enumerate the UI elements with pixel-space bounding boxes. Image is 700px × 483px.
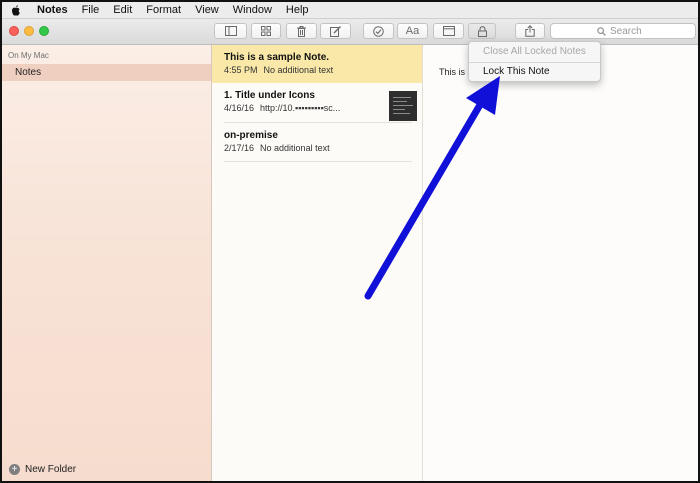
menu-window[interactable]: Window: [226, 2, 279, 18]
lock-button[interactable]: [468, 23, 496, 39]
note-list-item[interactable]: This is a sample Note. 4:55 PM No additio…: [212, 45, 422, 83]
search-field[interactable]: Search: [550, 23, 696, 39]
share-button[interactable]: [515, 23, 545, 39]
new-note-button[interactable]: [320, 23, 351, 39]
menu-format[interactable]: Format: [139, 2, 188, 18]
trash-icon: [297, 25, 306, 37]
attachments-browser-button[interactable]: [251, 23, 281, 39]
note-list-item[interactable]: on-premise 2/17/16 No additional text: [212, 123, 422, 162]
search-placeholder: Search: [610, 25, 642, 37]
note-preview: http://10.▪▪▪▪▪▪▪▪▪sc...: [260, 103, 341, 113]
menu-help[interactable]: Help: [279, 2, 316, 18]
note-date: 4/16/16: [224, 103, 255, 113]
note-title: This is a sample Note.: [224, 52, 330, 63]
note-thumbnail: [389, 91, 417, 121]
notes-window: Notes File Edit Format View Window Help …: [0, 0, 700, 483]
note-list-item[interactable]: 1. Title under Icons 4/16/16 http://10.▪▪…: [212, 83, 422, 123]
note-preview: No additional text: [263, 65, 334, 75]
close-all-locked-notes-item: Close All Locked Notes: [483, 46, 586, 57]
share-icon: [525, 25, 535, 37]
menu-bar: Notes File Edit Format View Window Help: [2, 2, 698, 19]
zoom-window-button[interactable]: [39, 26, 49, 36]
folders-sidebar: On My Mac Notes + New Folder: [2, 45, 212, 481]
menu-edit[interactable]: Edit: [106, 2, 139, 18]
new-folder-label: New Folder: [25, 464, 77, 475]
checkmark-circle-icon: [373, 25, 384, 37]
sidebar-section-header: On My Mac: [8, 51, 49, 60]
plus-circle-icon: +: [9, 464, 20, 475]
minimize-window-button[interactable]: [24, 26, 34, 36]
lock-icon: [477, 25, 487, 37]
format-text-button[interactable]: Aa: [397, 23, 428, 39]
note-editor[interactable]: This is a: [423, 45, 698, 481]
delete-note-button[interactable]: [286, 23, 317, 39]
note-date: 2/17/16: [224, 143, 255, 153]
apple-menu-icon[interactable]: [2, 4, 30, 16]
sidebar-item-notes[interactable]: Notes: [2, 64, 211, 81]
grid-icon: [261, 26, 271, 36]
search-icon: [597, 26, 606, 36]
sidebar-icon: [224, 26, 237, 36]
new-folder-button[interactable]: + New Folder: [9, 464, 76, 475]
menu-notes[interactable]: Notes: [30, 2, 75, 18]
add-table-button[interactable]: [433, 23, 464, 39]
note-list: This is a sample Note. 4:55 PM No additio…: [212, 45, 423, 481]
lock-this-note-item[interactable]: Lock This Note: [469, 63, 600, 81]
toggle-sidebar-button[interactable]: [214, 23, 247, 39]
note-title: on-premise: [224, 130, 278, 141]
menu-file[interactable]: File: [75, 2, 107, 18]
note-date: 4:55 PM: [224, 65, 258, 75]
lock-menu: Close All Locked Notes Lock This Note: [468, 41, 601, 82]
window-icon: [442, 26, 455, 36]
close-window-button[interactable]: [9, 26, 19, 36]
checklist-button[interactable]: [363, 23, 394, 39]
compose-icon: [330, 25, 341, 37]
note-preview: No additional text: [260, 143, 330, 153]
menu-view[interactable]: View: [188, 2, 226, 18]
